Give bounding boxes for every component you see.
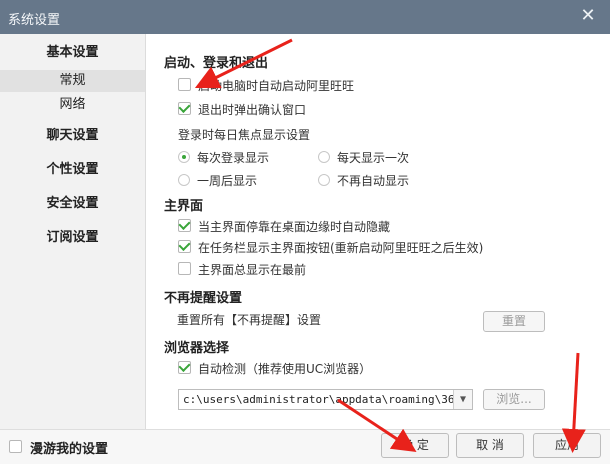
topmost-label: 主界面总显示在最前	[198, 263, 307, 277]
window-title: 系统设置	[8, 13, 61, 28]
chevron-down-icon[interactable]: ▼	[453, 390, 472, 409]
roaming-settings-label: 漫游我的设置	[30, 442, 109, 457]
topmost-checkbox[interactable]	[178, 262, 191, 275]
sidebar-item-security-settings[interactable]: 安全设置	[0, 194, 145, 214]
autohide-label: 当主界面停靠在桌面边缘时自动隐藏	[198, 220, 391, 234]
exit-confirm-checkbox[interactable]	[178, 100, 191, 115]
taskbar-label: 在任务栏显示主界面按钮(重新启动阿里旺旺之后生效)	[198, 241, 484, 255]
auto-detect-checkbox[interactable]	[178, 359, 191, 374]
sidebar-item-personal-settings[interactable]: 个性设置	[0, 160, 145, 180]
exit-confirm-label: 退出时弹出确认窗口	[198, 103, 307, 117]
cancel-button[interactable]: 取 消	[456, 433, 524, 458]
close-icon[interactable]: ✕	[578, 6, 598, 26]
browse-button[interactable]: 浏览...	[483, 389, 545, 410]
autohide-checkbox[interactable]	[178, 217, 191, 232]
section-heading-startup: 启动、登录和退出	[164, 56, 269, 71]
section-heading-main-ui: 主界面	[164, 199, 204, 214]
radio-every-login[interactable]	[178, 151, 190, 163]
radio-every-login-label: 每次登录显示	[197, 151, 270, 165]
browser-path-select[interactable]: c:\users\administrator\appdata\roaming\3…	[178, 389, 473, 410]
radio-weekly-label: 一周后显示	[197, 174, 258, 188]
roaming-settings-checkbox[interactable]	[9, 440, 22, 453]
browser-path-value: c:\users\administrator\appdata\roaming\3…	[183, 393, 473, 406]
sidebar: 基本设置 常规 网络 聊天设置 个性设置 安全设置 订阅设置	[0, 34, 146, 463]
auto-detect-label: 自动检测（推荐使用UC浏览器）	[198, 362, 372, 376]
sidebar-item-general[interactable]: 常规	[0, 70, 145, 92]
radio-daily-once-label: 每天显示一次	[337, 151, 410, 165]
sidebar-item-subscription-settings[interactable]: 订阅设置	[0, 228, 145, 248]
radio-never-label: 不再自动显示	[337, 174, 410, 188]
footer-bar: 漫游我的设置 确 定 取 消 应用	[0, 429, 610, 464]
reset-reminders-text: 重置所有【不再提醒】设置	[177, 313, 322, 327]
sidebar-item-network[interactable]: 网络	[0, 95, 145, 115]
sidebar-item-chat-settings[interactable]: 聊天设置	[0, 126, 145, 146]
radio-daily-once[interactable]	[318, 151, 330, 163]
title-bar: 系统设置 ✕	[0, 0, 610, 34]
radio-weekly[interactable]	[178, 174, 190, 186]
reset-button[interactable]: 重置	[483, 311, 545, 332]
apply-button[interactable]: 应用	[533, 433, 601, 458]
focus-display-label: 登录时每日焦点显示设置	[178, 128, 311, 142]
autostart-checkbox[interactable]	[178, 78, 191, 91]
sidebar-item-basic-settings[interactable]: 基本设置	[0, 43, 145, 63]
section-heading-reminders: 不再提醒设置	[164, 291, 243, 306]
taskbar-checkbox[interactable]	[178, 238, 191, 253]
section-heading-browser: 浏览器选择	[164, 341, 230, 356]
autostart-label: 启动电脑时自动启动阿里旺旺	[198, 79, 355, 93]
ok-button[interactable]: 确 定	[381, 433, 449, 458]
radio-never[interactable]	[318, 174, 330, 186]
